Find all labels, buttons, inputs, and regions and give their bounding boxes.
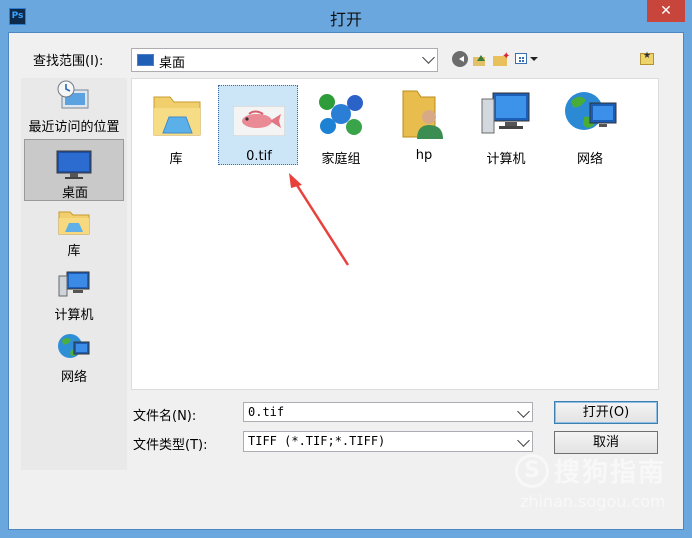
place-desktop-label: 桌面 xyxy=(61,186,88,201)
file-item-homegroup-label: 家庭组 xyxy=(321,152,361,167)
annotation-arrow xyxy=(289,173,350,266)
place-computer-label: 计算机 xyxy=(54,308,94,323)
watermark-url: zhinan.sogou.com xyxy=(520,492,666,511)
chevron-down-icon[interactable] xyxy=(422,51,435,64)
chevron-down-icon[interactable] xyxy=(517,405,530,418)
close-button[interactable]: ✕ xyxy=(647,0,685,22)
library-icon xyxy=(58,211,90,235)
new-folder-icon[interactable]: ✦ xyxy=(493,51,510,67)
back-icon[interactable] xyxy=(452,51,468,67)
look-in-value: 桌面 xyxy=(159,56,186,71)
file-item-network-label: 网络 xyxy=(576,152,603,167)
place-recent[interactable]: 最近访问的位置 xyxy=(24,78,124,138)
computer-icon xyxy=(58,271,90,297)
place-library[interactable]: 库 xyxy=(24,206,124,261)
desktop-icon xyxy=(56,150,92,179)
title-bar[interactable]: Ps 打开 ✕ xyxy=(0,0,692,32)
library-folder-icon xyxy=(153,96,201,136)
place-computer[interactable]: 计算机 xyxy=(24,270,124,323)
file-item-0-tif[interactable]: 0.tif xyxy=(218,85,298,165)
file-item-0-tif-label: 0.tif xyxy=(246,149,272,164)
tif-image-thumbnail xyxy=(233,106,285,136)
up-folder-icon[interactable] xyxy=(472,51,488,67)
place-desktop[interactable]: 桌面 xyxy=(24,139,124,201)
filename-value: 0.tif xyxy=(248,405,285,419)
file-item-homegroup[interactable]: 家庭组 xyxy=(301,85,381,167)
file-list[interactable]: 库 0.tif 家庭组 hp 计算机 网络 xyxy=(131,78,659,390)
filetype-value: TIFF (*.TIF;*.TIFF) xyxy=(248,434,386,448)
watermark-name: 搜狗指南 xyxy=(554,458,667,488)
places-bar: 最近访问的位置 桌面 库 计算机 网络 xyxy=(21,78,127,470)
chevron-down-icon[interactable] xyxy=(517,434,530,447)
view-menu-icon[interactable] xyxy=(515,51,539,67)
favorites-folder-icon[interactable] xyxy=(640,51,654,65)
network-icon xyxy=(58,334,90,358)
filetype-select[interactable]: TIFF (*.TIF;*.TIFF) xyxy=(243,431,533,452)
file-item-computer-label: 计算机 xyxy=(486,152,526,167)
place-library-label: 库 xyxy=(67,244,81,259)
filename-label: 文件名(N): xyxy=(133,409,197,424)
file-item-hp[interactable]: hp xyxy=(384,85,464,165)
user-folder-icon xyxy=(402,90,443,139)
dialog-title: 打开 xyxy=(329,10,362,29)
cancel-button[interactable]: 取消 xyxy=(554,431,658,454)
sogou-logo: S xyxy=(515,454,549,488)
file-item-library-label: 库 xyxy=(169,152,183,167)
filename-input[interactable]: 0.tif xyxy=(243,402,533,422)
homegroup-icon xyxy=(319,94,363,135)
open-button[interactable]: 打开(O) xyxy=(554,401,658,424)
open-dialog: Ps 打开 ✕ 查找范围(I): 桌面 ✦ 最近访问的位置 xyxy=(0,0,692,538)
network-icon xyxy=(565,92,617,130)
file-item-computer[interactable]: 计算机 xyxy=(466,85,546,167)
look-in-label: 查找范围(I): xyxy=(33,54,104,69)
sogou-watermark: S 搜狗指南 zhinan.sogou.com xyxy=(510,452,680,522)
place-network[interactable]: 网络 xyxy=(24,332,124,385)
file-item-hp-label: hp xyxy=(415,148,433,163)
computer-icon xyxy=(481,92,530,134)
file-item-library[interactable]: 库 xyxy=(136,85,216,167)
recent-places-icon xyxy=(57,80,89,109)
desktop-mini-icon xyxy=(137,54,154,66)
file-item-network[interactable]: 网络 xyxy=(550,85,630,167)
place-network-label: 网络 xyxy=(60,370,87,385)
look-in-combo[interactable]: 桌面 xyxy=(131,48,438,72)
place-recent-label: 最近访问的位置 xyxy=(28,120,120,135)
filetype-label: 文件类型(T): xyxy=(133,438,208,453)
